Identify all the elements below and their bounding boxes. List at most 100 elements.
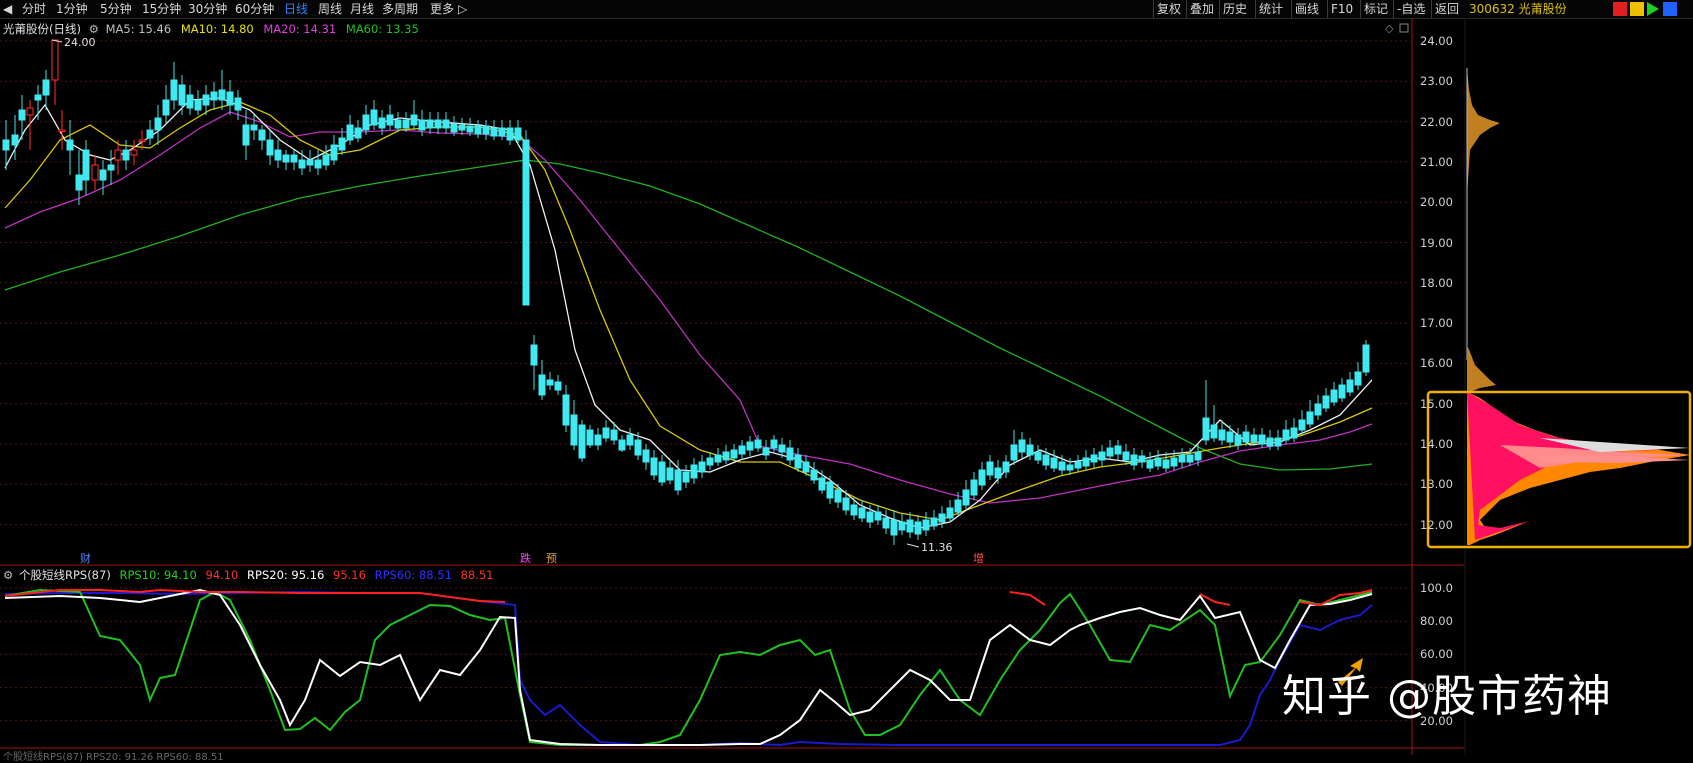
candle-body[interactable] <box>99 169 107 181</box>
candle-body[interactable] <box>1058 461 1066 471</box>
candle-body[interactable] <box>138 139 146 142</box>
mark-button[interactable]: 标记 <box>1360 0 1391 18</box>
candle-body[interactable] <box>530 344 538 366</box>
candle-body[interactable] <box>1322 395 1330 409</box>
candle-body[interactable] <box>1242 431 1250 443</box>
candle-body[interactable] <box>770 439 778 449</box>
candle-body[interactable] <box>498 127 506 137</box>
candle-body[interactable] <box>290 154 298 163</box>
candle-body[interactable] <box>570 414 578 446</box>
candle-body[interactable] <box>1194 451 1202 461</box>
candle-body[interactable] <box>322 154 330 166</box>
candle-body[interactable] <box>1018 439 1026 453</box>
candle-body[interactable] <box>130 149 138 156</box>
candle-body[interactable] <box>1090 454 1098 463</box>
candle-body[interactable] <box>898 521 906 531</box>
candle-body[interactable] <box>586 429 594 446</box>
tab-2[interactable]: 5分钟 <box>100 1 132 17</box>
candle-body[interactable] <box>1042 454 1050 466</box>
candle-body[interactable] <box>1074 461 1082 469</box>
candle-body[interactable] <box>122 149 130 161</box>
candle-body[interactable] <box>1154 457 1162 467</box>
candle-body[interactable] <box>538 374 546 396</box>
candle-body[interactable] <box>690 464 698 479</box>
candle-body[interactable] <box>1114 445 1122 455</box>
candle-body[interactable] <box>1218 429 1226 441</box>
candle-body[interactable] <box>602 427 610 439</box>
candle-body[interactable] <box>42 79 50 96</box>
candle-body[interactable] <box>970 479 978 496</box>
green-arrow-icon[interactable] <box>1647 2 1659 16</box>
candle-body[interactable] <box>962 489 970 506</box>
candle-body[interactable] <box>1226 431 1234 443</box>
candle-body[interactable] <box>250 124 258 131</box>
candle-body[interactable] <box>730 449 738 459</box>
candle-body[interactable] <box>754 439 762 449</box>
candle-body[interactable] <box>842 497 850 511</box>
candle-body[interactable] <box>866 511 874 523</box>
candle-body[interactable] <box>51 39 59 81</box>
candle-body[interactable] <box>458 124 466 131</box>
candle-body[interactable] <box>818 477 826 491</box>
candle-body[interactable] <box>362 114 370 131</box>
candle-body[interactable] <box>234 97 242 111</box>
candle-body[interactable] <box>1122 451 1130 461</box>
candle-body[interactable] <box>986 461 994 476</box>
candle-body[interactable] <box>1138 455 1146 463</box>
more-arrow-icon[interactable]: ▷ <box>458 1 467 17</box>
candle-body[interactable] <box>922 519 930 531</box>
candle-body[interactable] <box>314 159 322 169</box>
candle-body[interactable] <box>1066 464 1074 471</box>
tab-6[interactable]: 日线 <box>284 1 308 17</box>
candle-body[interactable] <box>242 124 250 146</box>
candle-body[interactable] <box>794 454 802 469</box>
candle-body[interactable] <box>1266 437 1274 447</box>
candle-body[interactable] <box>954 499 962 513</box>
candle-body[interactable] <box>1338 384 1346 399</box>
candle-body[interactable] <box>1130 454 1138 466</box>
candle-body[interactable] <box>1082 457 1090 467</box>
candle-body[interactable] <box>1354 371 1362 386</box>
candle-body[interactable] <box>546 379 554 386</box>
candle-body[interactable] <box>26 107 34 116</box>
candle-body[interactable] <box>1034 451 1042 461</box>
tab-3[interactable]: 15分钟 <box>142 1 181 17</box>
candle-body[interactable] <box>354 127 362 139</box>
candle-body[interactable] <box>1178 454 1186 463</box>
candle-body[interactable] <box>474 125 482 135</box>
candle-body[interactable] <box>2 139 10 151</box>
candle-body[interactable] <box>1026 444 1034 456</box>
candle-body[interactable] <box>682 471 690 483</box>
candle-body[interactable] <box>562 394 570 426</box>
f10-button[interactable]: F10 <box>1327 0 1356 18</box>
candle-body[interactable] <box>858 507 866 519</box>
toolbar-left-arrow-icon[interactable]: ◀ <box>3 1 12 17</box>
candle-body[interactable] <box>634 439 642 456</box>
candle-body[interactable] <box>1314 403 1322 416</box>
candle-body[interactable] <box>394 119 402 129</box>
candle-body[interactable] <box>107 164 115 171</box>
candle-body[interactable] <box>1346 379 1354 393</box>
candle-body[interactable] <box>306 159 314 166</box>
candle-body[interactable] <box>874 511 882 521</box>
candle-body[interactable] <box>66 139 74 151</box>
red-flag-icon[interactable] <box>1613 2 1627 16</box>
candle-body[interactable] <box>11 134 19 146</box>
candle-body[interactable] <box>186 94 194 109</box>
yellow-play-icon[interactable] <box>1630 2 1644 16</box>
candle-body[interactable] <box>1202 417 1210 441</box>
candle-body[interactable] <box>1330 389 1338 403</box>
candle-body[interactable] <box>298 159 306 169</box>
candle-body[interactable] <box>1306 411 1314 425</box>
candle-body[interactable] <box>282 154 290 163</box>
candle-body[interactable] <box>450 123 458 133</box>
candle-body[interactable] <box>338 137 346 151</box>
candle-body[interactable] <box>434 119 442 129</box>
stats-button[interactable]: 统计 <box>1255 0 1286 18</box>
candle-body[interactable] <box>978 469 986 486</box>
candle-body[interactable] <box>578 424 586 459</box>
candle-body[interactable] <box>1290 427 1298 439</box>
candle-body[interactable] <box>346 124 354 141</box>
candle-body[interactable] <box>594 434 602 446</box>
candle-body[interactable] <box>618 439 626 451</box>
